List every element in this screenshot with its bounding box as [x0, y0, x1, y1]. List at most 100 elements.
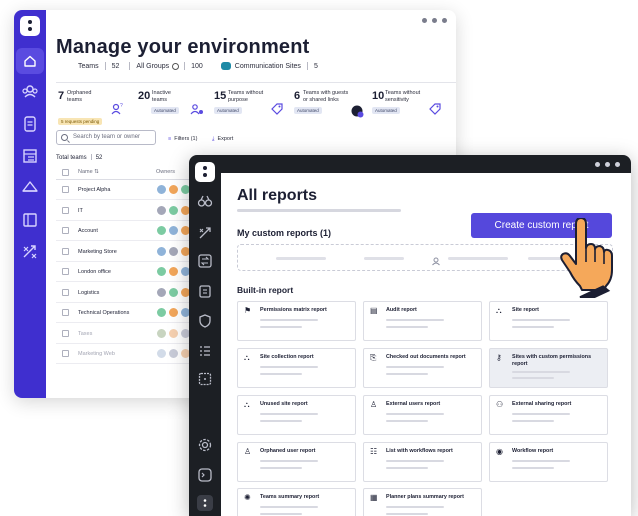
clipboard-icon[interactable] [197, 283, 213, 299]
team-name[interactable]: Technical Operations [78, 310, 129, 316]
teams-icon[interactable] [20, 82, 40, 102]
svg-text:?: ? [120, 103, 123, 109]
avatar[interactable] [168, 225, 179, 236]
team-name[interactable]: Logistics [78, 290, 99, 296]
key-icon: ⚷ [496, 353, 502, 362]
search-input[interactable]: Search by team or owner [56, 130, 156, 145]
avatar[interactable] [156, 184, 167, 195]
binoculars-icon[interactable] [197, 193, 213, 209]
team-name[interactable]: Account [78, 228, 98, 234]
row-checkbox[interactable] [62, 350, 69, 357]
avatar[interactable] [168, 327, 179, 339]
report-card[interactable]: ⛬ Unused site report [237, 395, 356, 435]
avatar[interactable] [168, 307, 179, 318]
avatar[interactable] [156, 204, 167, 216]
export-button[interactable]: ⤓ Export [212, 136, 233, 143]
compare-icon[interactable] [20, 242, 40, 262]
tag-icon [270, 102, 284, 116]
window-controls[interactable] [595, 162, 620, 167]
report-card[interactable]: ▦ Planner plans summary report [363, 488, 482, 516]
report-card[interactable]: ⎘ Checked out documents report [363, 348, 482, 388]
documents-icon: ⎘ [370, 353, 377, 362]
placeholder-line [386, 460, 444, 462]
row-checkbox[interactable] [62, 309, 69, 316]
report-card[interactable]: ◉ Workflow report [489, 442, 608, 482]
placeholder-line [512, 326, 554, 328]
list-icon[interactable] [197, 343, 213, 359]
row-checkbox[interactable] [62, 247, 69, 255]
team-name[interactable]: IT [78, 208, 83, 214]
my-custom-reports-heading: My custom reports (1) [237, 228, 332, 238]
terminal-icon[interactable] [197, 467, 213, 483]
shield-icon[interactable] [197, 313, 213, 329]
report-card[interactable]: ☷ List with workflows report [363, 442, 482, 482]
guest-link-icon [350, 104, 364, 118]
report-card-title: Orphaned user report [260, 448, 316, 454]
report-card[interactable]: ⚷ Sites with custom permissions report [489, 348, 608, 388]
avatar[interactable] [156, 286, 167, 298]
report-card[interactable]: ✺ Teams summary report [237, 488, 356, 516]
info-icon[interactable] [172, 62, 180, 70]
audit-icon: ▤ [370, 306, 378, 315]
unused-site-icon: ⛬ [244, 400, 250, 409]
avatar[interactable] [156, 348, 167, 359]
reports-icon[interactable] [197, 371, 213, 387]
label-icon [428, 102, 442, 116]
report-card[interactable]: ⚑ Permissions matrix report [237, 301, 356, 341]
avatar[interactable] [168, 204, 179, 216]
cloud-icon[interactable] [20, 178, 40, 198]
settings-icon[interactable] [197, 437, 213, 453]
report-card[interactable]: ♙ Orphaned user report [237, 442, 356, 482]
layout-icon[interactable] [20, 210, 40, 230]
avatar[interactable] [168, 286, 179, 298]
filters-button[interactable]: ≡ Filters (1) [168, 136, 197, 142]
row-checkbox[interactable] [62, 329, 69, 337]
column-owners-header[interactable]: Owners [156, 169, 175, 175]
report-card[interactable]: ⛬ Site collection report [237, 348, 356, 388]
report-card-title: Checked out documents report [386, 354, 466, 360]
status-badge: Automated [214, 107, 242, 114]
row-checkbox[interactable] [62, 227, 69, 234]
row-checkbox[interactable] [62, 268, 69, 275]
report-card[interactable]: ⚇ External sharing report [489, 395, 608, 435]
transfer-icon[interactable] [197, 253, 213, 269]
profile-icon[interactable] [197, 495, 213, 511]
report-card[interactable]: ♙ External users report [363, 395, 482, 435]
team-name[interactable]: Marketing Web [78, 351, 115, 357]
report-card[interactable]: ⛬ Site report [489, 301, 608, 341]
report-card-title: External users report [386, 401, 441, 407]
external-user-icon: ♙ [370, 400, 378, 409]
avatar[interactable] [156, 266, 167, 277]
row-checkbox[interactable] [62, 288, 69, 296]
team-name[interactable]: Taxes [78, 331, 92, 337]
row-checkbox[interactable] [62, 186, 69, 193]
avatar[interactable] [168, 184, 179, 195]
placeholder-line [260, 506, 318, 508]
avatar[interactable] [168, 245, 179, 257]
status-badge: Automated [294, 107, 322, 114]
team-name[interactable]: Marketing Store [78, 249, 117, 255]
team-name[interactable]: Project Alpha [78, 187, 110, 193]
avatar[interactable] [168, 266, 179, 277]
custom-report-placeholder[interactable] [237, 244, 613, 271]
avatar[interactable] [156, 307, 167, 318]
window-controls[interactable] [422, 18, 447, 23]
compare-icon[interactable] [197, 225, 213, 241]
row-checkbox[interactable] [62, 206, 69, 214]
document-icon[interactable] [20, 114, 40, 134]
avatar[interactable] [156, 245, 167, 257]
avatar[interactable] [156, 225, 167, 236]
select-all-checkbox[interactable] [62, 169, 69, 176]
placeholder-line [386, 413, 444, 415]
report-card[interactable]: ▤ Audit report [363, 301, 482, 341]
column-name-header[interactable]: Name ⇅ [78, 169, 99, 175]
avatar[interactable] [156, 327, 167, 339]
avatar[interactable] [168, 348, 179, 359]
metric-label: Orphaned teams [67, 90, 92, 103]
report-card-title: Unused site report [260, 401, 308, 407]
team-name[interactable]: London office [78, 269, 111, 275]
list-icon[interactable] [20, 146, 40, 166]
metric-value: 15 [214, 90, 227, 102]
home-icon[interactable] [16, 48, 44, 74]
placeholder-line [260, 413, 318, 415]
